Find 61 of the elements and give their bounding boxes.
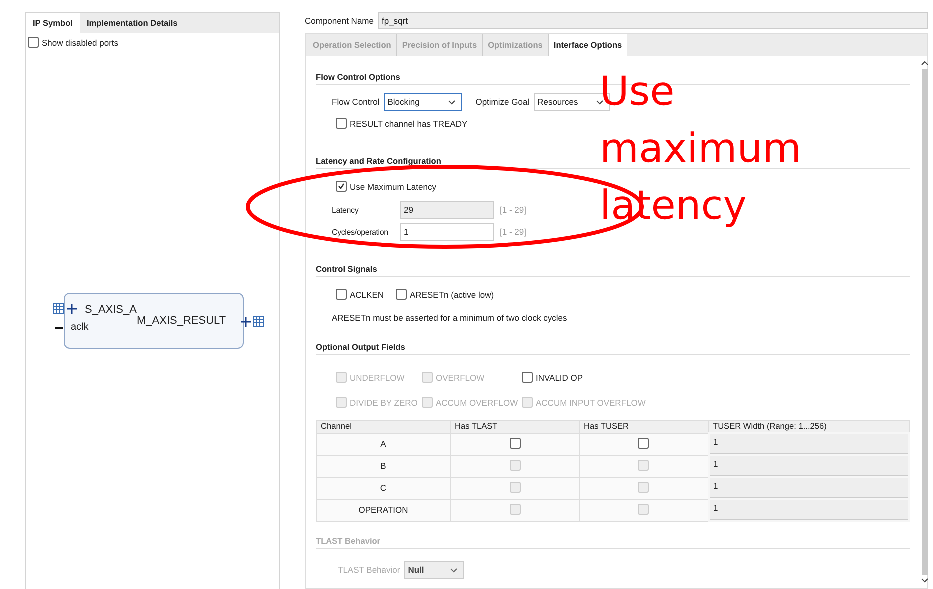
checkbox-label: UNDERFLOW [350,372,405,382]
checkbox-label: Show disabled ports [42,38,119,48]
checkbox-label: INVALID OP [536,372,584,382]
component-name-field[interactable]: fp_sqrt [378,12,928,29]
flow-control-dropdown[interactable]: Blocking [384,93,462,111]
section-heading: Optional Output Fields [316,342,910,355]
table-cell[interactable]: 1 [708,455,909,477]
checkbox[interactable] [396,289,408,300]
field-label: Cycles/operation [332,228,390,236]
table-cell: A [316,433,450,455]
expand-icon[interactable] [67,304,77,314]
checkbox-label: ACCUM INPUT OVERFLOW [536,398,646,408]
checkbox[interactable] [638,438,650,448]
expand-icon[interactable] [241,317,251,327]
scroll-up-icon[interactable] [921,61,929,66]
checkbox-label: ACLKEN [350,290,384,300]
note-text: ARESETn must be asserted for a minimum of two clock cycles [331,313,568,323]
caret-icon [596,100,604,105]
number-field[interactable]: 1 [400,223,494,241]
table-cell: OPERATION [316,499,450,521]
field-label: Optimize Goal [476,97,530,107]
port-label: M_AXIS_RESULT [137,315,226,327]
checkbox[interactable] [336,289,347,300]
range-hint: [1 - 29] [500,227,526,237]
panel-tab[interactable]: IP Symbol [26,13,80,33]
scroll-thumb[interactable] [922,69,928,575]
caret-icon [448,100,456,105]
checkbox[interactable] [336,181,347,192]
table-cell: C [316,477,450,499]
field-label: Component Name [305,16,374,26]
port-label: aclk [71,322,89,333]
checkbox[interactable] [28,37,39,48]
bus-icon [253,316,265,328]
column-header: Channel [316,420,450,433]
checkbox-label: DIVIDE BY ZERO [350,398,418,408]
panel-tab[interactable]: Implementation Details [80,13,185,33]
checkbox-label: RESULT channel has TREADY [350,118,468,128]
field-label: Latency [332,206,360,214]
scroll-down-icon[interactable] [921,578,929,583]
column-header: Has TUSER [580,420,708,433]
checkbox[interactable] [510,438,520,448]
tab[interactable]: Interface Options [548,34,628,56]
table-cell[interactable]: 1 [708,499,909,521]
checkbox-label: Use Maximum Latency [350,182,436,192]
checkbox-label: OVERFLOW [436,372,485,382]
table-cell[interactable]: 1 [708,477,909,499]
port-label: S_AXIS_A [85,304,137,316]
checkbox-label: ACCUM OVERFLOW [436,398,518,408]
checkbox[interactable] [336,118,347,129]
checkbox-label: ARESETn (active low) [410,290,494,300]
range-hint: [1 - 29] [500,205,526,215]
field-label: Flow Control [332,97,380,107]
field-label: TLAST Behavior [338,565,400,575]
section-heading: Control Signals [316,264,910,277]
caret-icon [450,568,458,573]
checkbox[interactable] [522,372,533,383]
table-cell: B [316,455,450,477]
section-heading: TLAST Behavior [316,536,910,549]
table-cell[interactable]: 1 [708,433,909,455]
column-header: Has TLAST [450,420,580,433]
column-header: TUSER Width (Range: 1...256) [708,420,909,433]
